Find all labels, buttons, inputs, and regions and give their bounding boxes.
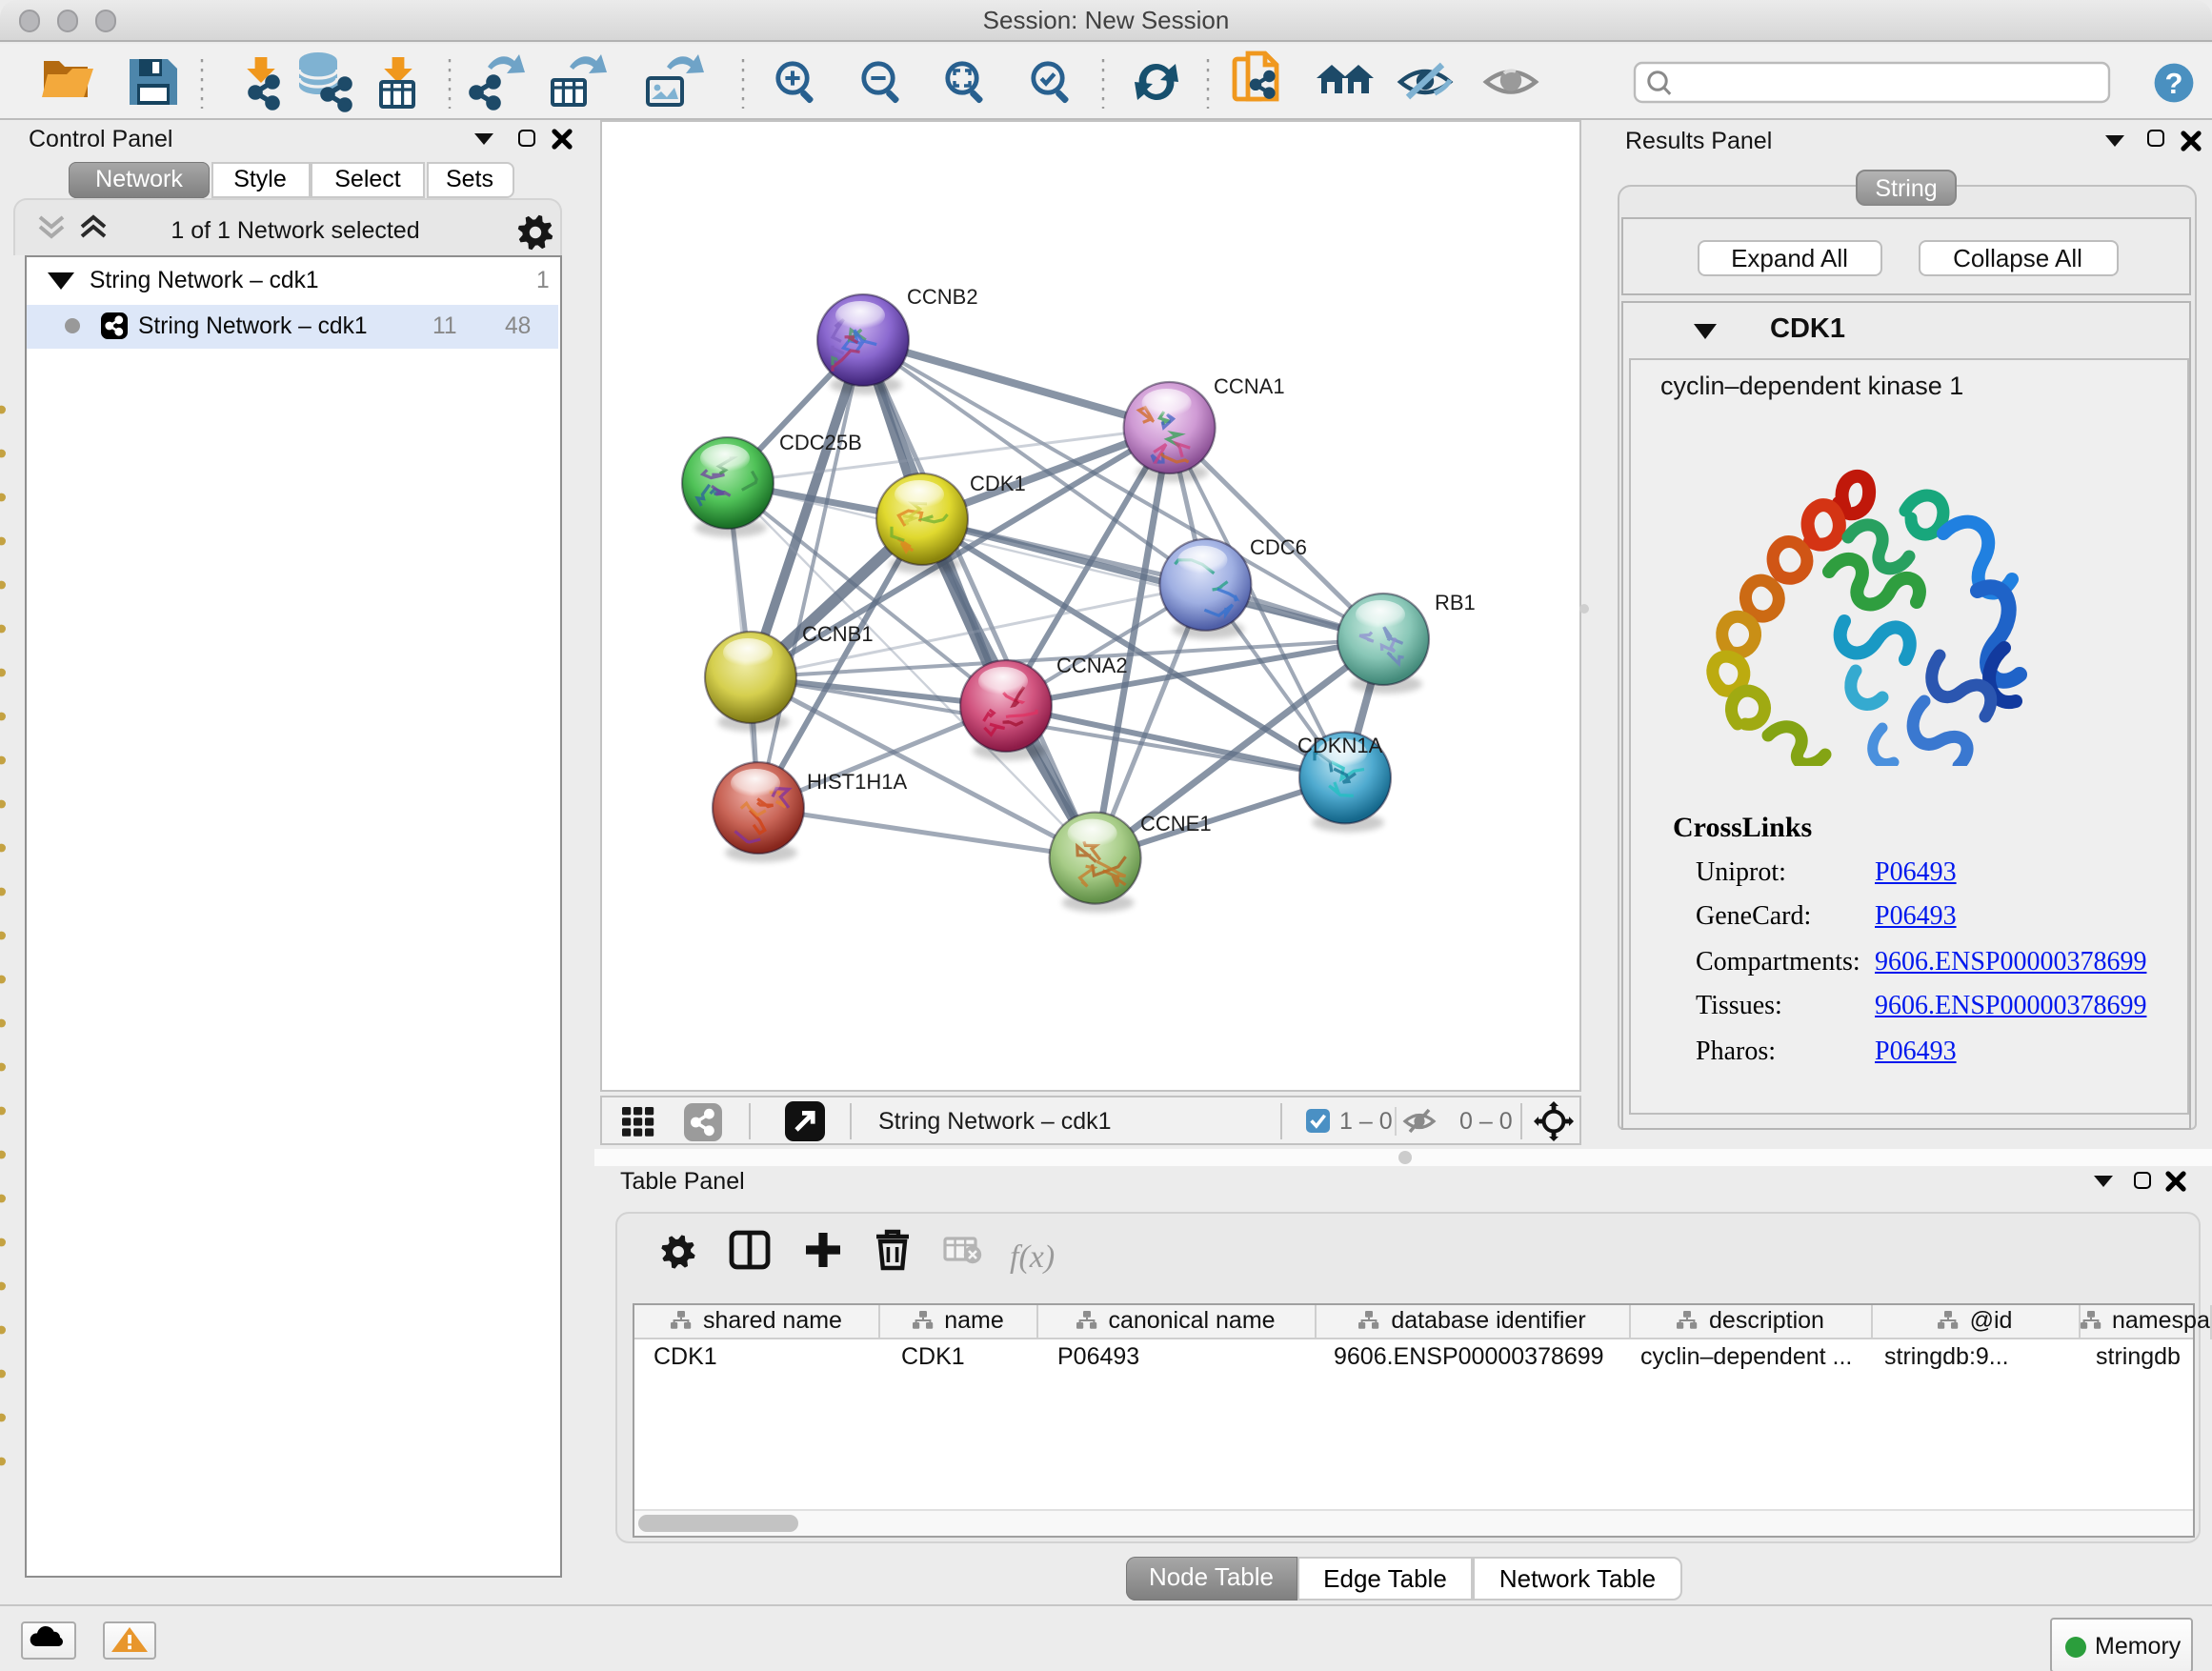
svg-text:1 – 0: 1 – 0 [1339,1107,1393,1134]
svg-text:HIST1H1A: HIST1H1A [807,769,907,793]
svg-text:CCNA2: CCNA2 [1056,653,1128,676]
svg-text:CCNB2: CCNB2 [907,284,978,308]
svg-text:CCNE1: CCNE1 [1140,811,1212,835]
svg-text:RB1: RB1 [1435,590,1476,614]
svg-text:f(x): f(x) [1010,1239,1055,1275]
svg-text:CDC25B: CDC25B [779,430,862,453]
svg-text:CDKN1A: CDKN1A [1297,733,1383,756]
svg-text:CCNA1: CCNA1 [1214,373,1285,397]
svg-text:CDK1: CDK1 [970,471,1026,494]
svg-text:String Network – cdk1: String Network – cdk1 [878,1107,1112,1134]
svg-text:?: ? [2165,66,2183,99]
svg-text:CDC6: CDC6 [1250,534,1307,558]
svg-text:0 – 0: 0 – 0 [1459,1107,1513,1134]
svg-text:CCNB1: CCNB1 [802,621,874,645]
